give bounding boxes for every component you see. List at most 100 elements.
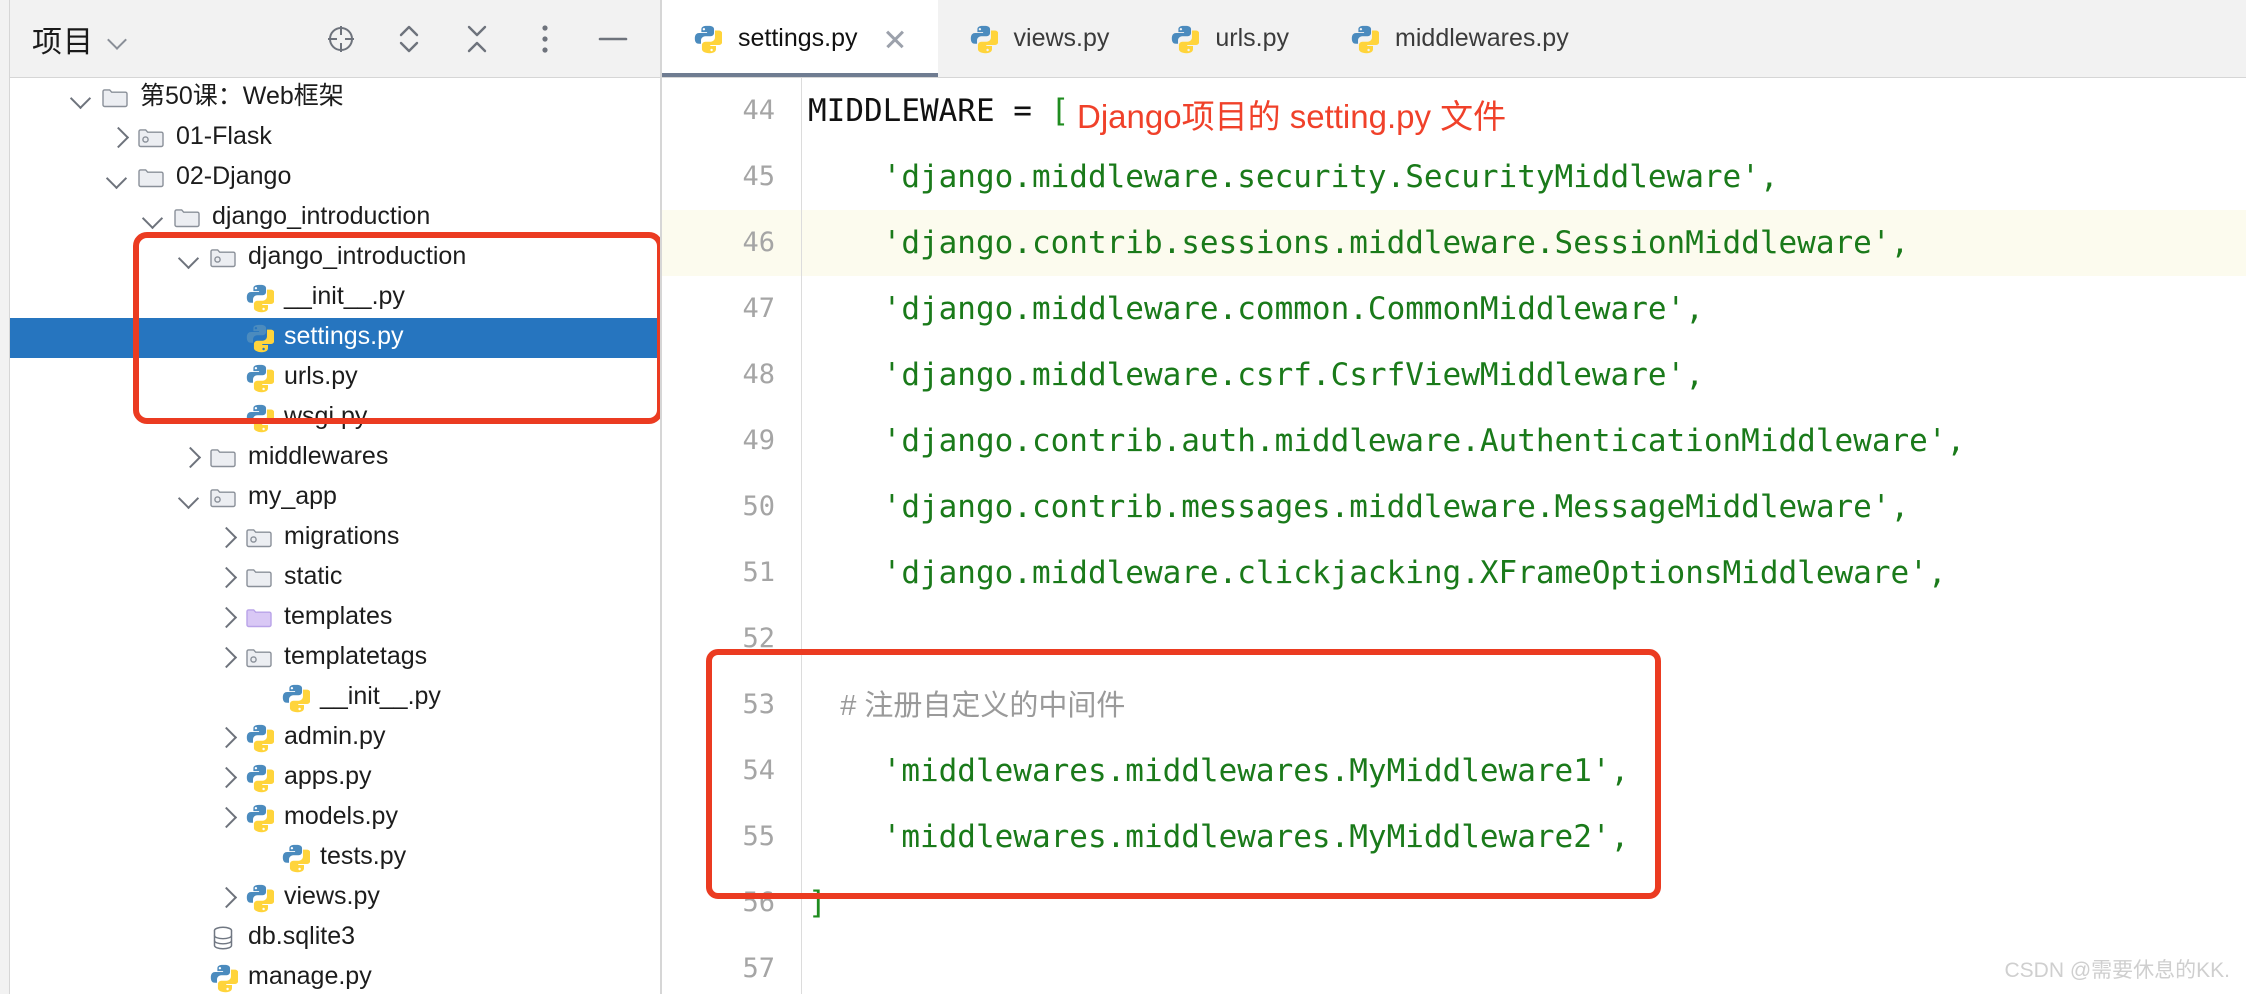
folder-icon [136, 123, 166, 153]
tree-item-label: static [284, 562, 343, 590]
tree-item-label: __init__.py [284, 282, 405, 310]
code-line[interactable]: MIDDLEWARE = [ [802, 78, 2246, 144]
code-token-str: 'django.middleware.csrf.CsrfViewMiddlewa… [808, 357, 1704, 393]
code-token-str: 'middlewares.middlewares.MyMiddleware1', [808, 753, 1630, 789]
editor-tab-views-py[interactable]: views.py [938, 0, 1140, 77]
chevron-down-icon[interactable] [68, 85, 94, 111]
project-title-group[interactable]: 项目 [32, 17, 128, 61]
tree-item-02-django[interactable]: 02-Django [10, 158, 660, 198]
code-line[interactable]: 'django.contrib.auth.middleware.Authenti… [802, 408, 2246, 474]
chevron-right-icon[interactable] [212, 645, 238, 671]
chevron-down-icon[interactable] [176, 245, 202, 271]
tree-item-migrations[interactable]: migrations [10, 518, 660, 558]
close-icon[interactable] [882, 26, 908, 52]
chevron-right-icon[interactable] [212, 725, 238, 751]
folder-icon [208, 243, 238, 273]
editor-tab-settings-py[interactable]: settings.py [662, 0, 938, 77]
code-line[interactable]: 'django.contrib.messages.middleware.Mess… [802, 474, 2246, 540]
tree-item-templatetags[interactable]: templatetags [10, 638, 660, 678]
chevron-down-icon[interactable] [104, 165, 130, 191]
editor-tab-middlewares-py[interactable]: middlewares.py [1319, 0, 1599, 77]
code-line[interactable]: 'django.middleware.clickjacking.XFrameOp… [802, 540, 2246, 606]
tree-item-label: 第50课：Web框架 [140, 82, 344, 110]
hide-panel-icon[interactable] [596, 22, 630, 56]
code-editor[interactable]: 44 45 46 47 48 49 50 51 52 53 54 55 56 57 MIDDLEWARE … [662, 78, 2246, 994]
code-line[interactable]: 'middlewares.middlewares.MyMiddleware1', [802, 738, 2246, 804]
tree-item-label: 02-Django [176, 162, 292, 190]
tree-item-django_introduction[interactable]: django_introduction [10, 198, 660, 238]
code-token-str: 'django.contrib.auth.middleware.Authenti… [808, 423, 1966, 459]
tree-item-tests.py[interactable]: tests.py [10, 838, 660, 878]
code-line[interactable]: 'django.middleware.csrf.CsrfViewMiddlewa… [802, 342, 2246, 408]
tree-item-manage.py[interactable]: manage.py [10, 958, 660, 994]
code-line[interactable]: ] [802, 870, 2246, 936]
tree-item-apps.py[interactable]: apps.py [10, 758, 660, 798]
folder-icon [208, 443, 238, 473]
chevron-right-icon[interactable] [212, 885, 238, 911]
tree-item-label: apps.py [284, 762, 372, 790]
editor-tab-label: views.py [1013, 24, 1110, 52]
line-number-gutter: 44 45 46 47 48 49 50 51 52 53 54 55 56 57 [662, 78, 802, 994]
tree-item-admin.py[interactable]: admin.py [10, 718, 660, 758]
project-toolbar-icons [324, 22, 630, 56]
code-line[interactable] [802, 936, 2246, 994]
tree-item-middlewares[interactable]: middlewares [10, 438, 660, 478]
collapse-all-icon[interactable] [460, 22, 494, 56]
code-token-cmt: # 注册自定义的中间件 [808, 690, 1126, 722]
code-token-str: 'django.contrib.messages.middleware.Mess… [808, 489, 1910, 525]
python-icon [968, 24, 999, 54]
select-opened-file-icon[interactable] [324, 22, 358, 56]
line-number: 50 [742, 491, 775, 522]
line-number: 54 [742, 755, 775, 786]
folder-icon [244, 643, 274, 673]
chevron-right-icon[interactable] [212, 805, 238, 831]
tree-item-label: 01-Flask [176, 122, 272, 150]
code-line[interactable]: 'django.middleware.common.CommonMiddlewa… [802, 276, 2246, 342]
code-token-brk: [ [1050, 93, 1070, 129]
chevron-down-icon[interactable] [108, 33, 128, 45]
tree-item-static[interactable]: static [10, 558, 660, 598]
tree-item-settings.py[interactable]: settings.py [10, 318, 660, 358]
code-line[interactable]: # 注册自定义的中间件 [802, 672, 2246, 738]
tree-item-__init__.py[interactable]: __init__.py [10, 678, 660, 718]
tree-item-wsgi.py[interactable]: wsgi.py [10, 398, 660, 438]
tree-item-__init__.py[interactable]: __init__.py [10, 278, 660, 318]
code-line[interactable] [802, 606, 2246, 672]
tree-item-django_introduction[interactable]: django_introduction [10, 238, 660, 278]
chevron-down-icon[interactable] [176, 485, 202, 511]
tree-item-label: wsgi.py [284, 402, 368, 430]
folder-icon [244, 563, 274, 593]
project-tree[interactable]: 第50课：Web框架 01-Flask 02-Django django_introd… [10, 78, 660, 994]
chevron-right-icon[interactable] [212, 525, 238, 551]
chevron-right-icon[interactable] [212, 605, 238, 631]
code-line[interactable]: 'middlewares.middlewares.MyMiddleware2', [802, 804, 2246, 870]
tree-item-models.py[interactable]: models.py [10, 798, 660, 838]
chevron-right-icon[interactable] [176, 445, 202, 471]
folder-icon [100, 83, 130, 113]
tree-item-templates[interactable]: templates [10, 598, 660, 638]
code-line[interactable]: 'django.middleware.security.SecurityMidd… [802, 144, 2246, 210]
more-options-icon[interactable] [528, 22, 562, 56]
chevron-down-icon[interactable] [140, 205, 166, 231]
expand-collapse-icon[interactable] [392, 22, 426, 56]
python-file-icon [244, 363, 274, 393]
tree-item-urls.py[interactable]: urls.py [10, 358, 660, 398]
line-number: 57 [742, 953, 775, 984]
code-line[interactable]: 'django.contrib.sessions.middleware.Sess… [802, 210, 2246, 276]
code-content[interactable]: MIDDLEWARE = [ 'django.middleware.securi… [802, 78, 2246, 994]
chevron-right-icon[interactable] [212, 565, 238, 591]
tree-item-01-flask[interactable]: 01-Flask [10, 118, 660, 158]
code-token-str: 'middlewares.middlewares.MyMiddleware2', [808, 819, 1630, 855]
tree-item-views.py[interactable]: views.py [10, 878, 660, 918]
editor-tab-urls-py[interactable]: urls.py [1139, 0, 1319, 77]
tree-item-db.sqlite3[interactable]: db.sqlite3 [10, 918, 660, 958]
folder-icon [244, 523, 274, 553]
folder-icon [172, 203, 202, 233]
tree-item-第50课-web框架[interactable]: 第50课：Web框架 [10, 78, 660, 118]
tree-item-label: db.sqlite3 [248, 922, 356, 950]
tree-item-my_app[interactable]: my_app [10, 478, 660, 518]
chevron-right-icon[interactable] [104, 125, 130, 151]
folder-icon [136, 163, 166, 193]
tree-item-label: views.py [284, 882, 380, 910]
chevron-right-icon[interactable] [212, 765, 238, 791]
